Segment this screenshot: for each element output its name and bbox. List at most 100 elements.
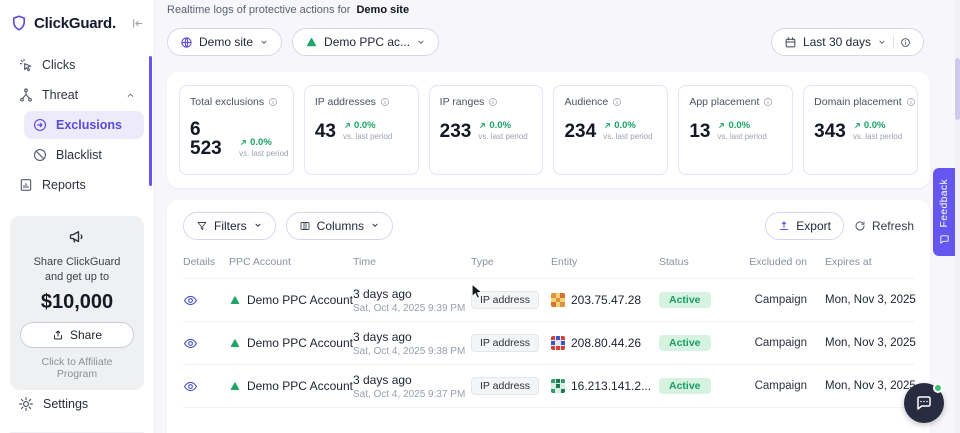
sidebar-collapse-icon[interactable] bbox=[131, 17, 144, 30]
column-header-expires-at: Expires at bbox=[809, 256, 914, 268]
share-button-label: Share bbox=[70, 328, 102, 342]
export-label: Export bbox=[796, 219, 831, 233]
column-header-status: Status bbox=[659, 256, 743, 268]
stat-card-ip-ranges: IP ranges 233 0.0% vs. last period bbox=[429, 85, 544, 175]
google-ads-icon bbox=[229, 380, 241, 393]
table-row[interactable]: Demo PPC Account 3 days ago Sat, Oct 4, … bbox=[183, 321, 914, 364]
export-button[interactable]: Export bbox=[765, 212, 844, 240]
stat-value: 6 523 bbox=[190, 120, 232, 158]
info-icon[interactable] bbox=[612, 97, 622, 107]
globe-icon bbox=[180, 36, 193, 49]
refresh-button[interactable]: Refresh bbox=[854, 219, 914, 233]
trend-up-icon bbox=[239, 138, 248, 147]
expires-at-cell: Mon, Nov 3, 2025 bbox=[809, 337, 916, 349]
gear-icon bbox=[18, 396, 34, 412]
stat-label: IP addresses bbox=[315, 96, 376, 108]
time-exact: Sat, Oct 4, 2025 9:39 PM bbox=[353, 303, 471, 314]
info-icon[interactable] bbox=[900, 37, 911, 48]
sidebar-item-clicks[interactable]: Clicks bbox=[10, 51, 144, 79]
google-ads-icon bbox=[305, 36, 318, 49]
info-icon[interactable] bbox=[906, 97, 916, 107]
entity-identicon bbox=[551, 293, 565, 307]
table-row[interactable]: Demo PPC Account 3 days ago Sat, Oct 4, … bbox=[183, 364, 914, 407]
time-cell: 3 days ago Sat, Oct 4, 2025 9:38 PM bbox=[353, 330, 471, 357]
stat-change: 0.0% bbox=[354, 120, 376, 131]
stat-change: 0.0% bbox=[728, 120, 750, 131]
sidebar-item-blacklist[interactable]: Blacklist bbox=[24, 141, 144, 169]
trend-up-icon bbox=[603, 121, 612, 130]
expires-at-cell: Mon, Nov 3, 2025 bbox=[809, 294, 916, 306]
column-header-details: Details bbox=[183, 256, 229, 268]
chevron-down-icon bbox=[259, 37, 269, 47]
share-button[interactable]: Share bbox=[20, 322, 134, 348]
share-icon bbox=[52, 329, 64, 341]
online-status-dot bbox=[933, 383, 943, 393]
chat-icon bbox=[915, 394, 933, 412]
entity-value: 16.213.141.2... bbox=[571, 379, 651, 393]
status-cell: Active bbox=[659, 292, 743, 308]
view-details-eye-icon[interactable] bbox=[183, 336, 229, 351]
stat-card-domain-placement: Domain placement 343 0.0% vs. last perio… bbox=[803, 85, 918, 175]
stat-label: App placement bbox=[689, 96, 759, 108]
ppc-account-name: Demo PPC Account bbox=[247, 293, 353, 307]
app-root: ClickGuard. Clicks Threat Exclusio bbox=[0, 0, 960, 433]
brand-logo[interactable]: ClickGuard. bbox=[10, 14, 144, 32]
date-range-dropdown[interactable]: Last 30 days bbox=[771, 28, 924, 56]
sidebar-item-reports[interactable]: Reports bbox=[10, 171, 144, 199]
filters-dropdown[interactable]: Filters bbox=[183, 212, 276, 240]
trend-up-icon bbox=[343, 121, 352, 130]
feedback-tab[interactable]: Feedback bbox=[933, 168, 955, 256]
funnel-icon bbox=[196, 220, 208, 232]
column-header-time: Time bbox=[353, 256, 471, 268]
stat-change: 0.0% bbox=[614, 120, 636, 131]
chevron-up-icon bbox=[125, 90, 136, 101]
sidebar-item-exclusions[interactable]: Exclusions bbox=[24, 111, 144, 139]
ppc-account-filter-dropdown[interactable]: Demo PPC ac... bbox=[292, 28, 439, 56]
status-badge: Active bbox=[659, 292, 711, 308]
view-details-eye-icon[interactable] bbox=[183, 293, 229, 308]
page-title-site: Demo site bbox=[356, 4, 409, 16]
status-badge: Active bbox=[659, 335, 711, 351]
entity-cell: 16.213.141.2... bbox=[551, 379, 659, 393]
columns-dropdown[interactable]: Columns bbox=[286, 212, 393, 240]
shield-logo-icon bbox=[10, 14, 28, 32]
info-icon[interactable] bbox=[488, 97, 498, 107]
affiliate-promo-card: Share ClickGuard and get up to $10,000 S… bbox=[10, 216, 144, 390]
sidebar-scrollbar[interactable] bbox=[149, 56, 152, 186]
stat-label: IP ranges bbox=[440, 96, 485, 108]
divider bbox=[893, 35, 894, 49]
type-badge: IP address bbox=[471, 377, 539, 395]
site-filter-dropdown[interactable]: Demo site bbox=[167, 28, 282, 56]
sidebar-item-settings[interactable]: Settings bbox=[10, 390, 144, 418]
settings-label: Settings bbox=[43, 397, 88, 411]
sidebar-item-label: Reports bbox=[42, 178, 86, 192]
info-icon[interactable] bbox=[380, 97, 390, 107]
calendar-icon bbox=[784, 36, 797, 49]
sidebar-item-label: Blacklist bbox=[56, 148, 102, 162]
affiliate-program-link[interactable]: Click to Affiliate Program bbox=[20, 356, 134, 380]
time-exact: Sat, Oct 4, 2025 9:38 PM bbox=[353, 346, 471, 357]
refresh-label: Refresh bbox=[872, 219, 914, 233]
time-relative: 3 days ago bbox=[353, 373, 471, 387]
stat-period: vs. last period bbox=[239, 149, 283, 158]
stat-value: 233 bbox=[440, 122, 472, 141]
stat-change: 0.0% bbox=[864, 120, 886, 131]
column-header-entity: Entity bbox=[551, 256, 659, 268]
sidebar-item-threat[interactable]: Threat bbox=[10, 81, 144, 109]
ppc-account-cell: Demo PPC Account bbox=[229, 336, 353, 350]
entity-cell: 208.80.44.26 bbox=[551, 336, 659, 350]
table-row[interactable]: Demo PPC Account 3 days ago Sat, Oct 4, … bbox=[183, 278, 914, 321]
sidebar-item-label: Threat bbox=[42, 88, 78, 102]
page-scrollbar[interactable] bbox=[955, 0, 960, 433]
info-icon[interactable] bbox=[268, 97, 278, 107]
stat-value: 234 bbox=[564, 122, 596, 141]
sidebar-item-label: Exclusions bbox=[56, 118, 122, 132]
view-details-eye-icon[interactable] bbox=[183, 379, 229, 394]
sidebar: ClickGuard. Clicks Threat Exclusio bbox=[0, 0, 155, 433]
stat-change: 0.0% bbox=[250, 137, 272, 148]
chat-widget-button[interactable] bbox=[904, 383, 944, 423]
time-exact: Sat, Oct 4, 2025 9:37 PM bbox=[353, 389, 471, 400]
time-cell: 3 days ago Sat, Oct 4, 2025 9:39 PM bbox=[353, 287, 471, 314]
info-icon[interactable] bbox=[763, 97, 773, 107]
scrollbar-thumb[interactable] bbox=[955, 58, 960, 120]
